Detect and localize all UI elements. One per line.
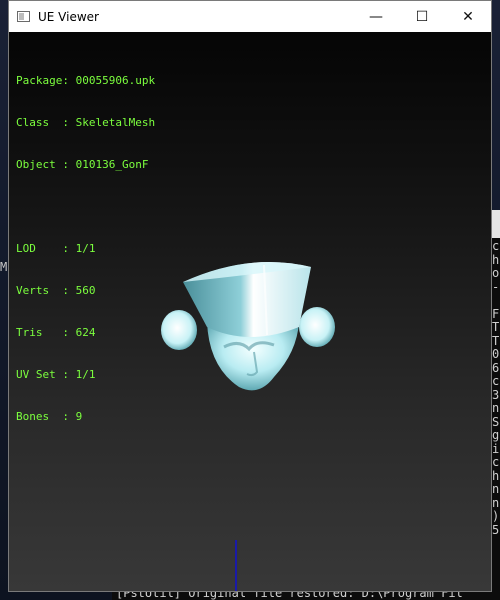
package-row: Package: 00055906.upk (16, 74, 156, 87)
close-icon: ✕ (462, 8, 474, 25)
console-scrollbar[interactable] (492, 210, 500, 238)
uvset-value: 1/1 (75, 368, 96, 381)
class-value: SkeletalMesh (75, 116, 156, 129)
package-value: 00055906.upk (75, 74, 156, 87)
app-window-icon (17, 11, 30, 22)
mesh-info-overlay: Package: 00055906.upk Class : SkeletalMe… (16, 46, 155, 452)
console-text: c h o - F T T 0 6 c 3 n S g i c h n n ) … (492, 240, 500, 537)
close-button[interactable]: ✕ (445, 1, 491, 32)
minimize-button[interactable]: — (353, 1, 399, 32)
minimize-icon: — (369, 8, 383, 25)
tris-value: 624 (75, 326, 96, 339)
bones-row: Bones : 9 (16, 410, 83, 423)
info-spacer (16, 200, 155, 214)
maximize-icon: ☐ (415, 8, 429, 25)
verts-value: 560 (75, 284, 96, 297)
uvset-row: UV Set : 1/1 (16, 368, 96, 381)
verts-row: Verts : 560 (16, 284, 96, 297)
tris-row: Tris : 624 (16, 326, 96, 339)
object-value: 010136_GonF (75, 158, 149, 171)
lod-row: LOD : 1/1 (16, 242, 96, 255)
lod-value: 1/1 (75, 242, 96, 255)
class-row: Class : SkeletalMesh (16, 116, 156, 129)
object-row: Object : 010136_GonF (16, 158, 149, 171)
ue-viewer-window: UE Viewer — ☐ ✕ Package: 00055906.upk Cl… (8, 0, 492, 592)
window-title: UE Viewer (38, 9, 99, 24)
bones-value: 9 (75, 410, 83, 423)
maximize-button[interactable]: ☐ (399, 1, 445, 32)
skeletal-mesh-render (161, 262, 335, 391)
window-controls: — ☐ ✕ (353, 1, 491, 32)
axis-indicator (235, 540, 237, 591)
background-window-text: M (0, 260, 8, 274)
title-bar[interactable]: UE Viewer — ☐ ✕ (9, 1, 491, 32)
3d-viewport[interactable]: Package: 00055906.upk Class : SkeletalMe… (9, 32, 491, 591)
